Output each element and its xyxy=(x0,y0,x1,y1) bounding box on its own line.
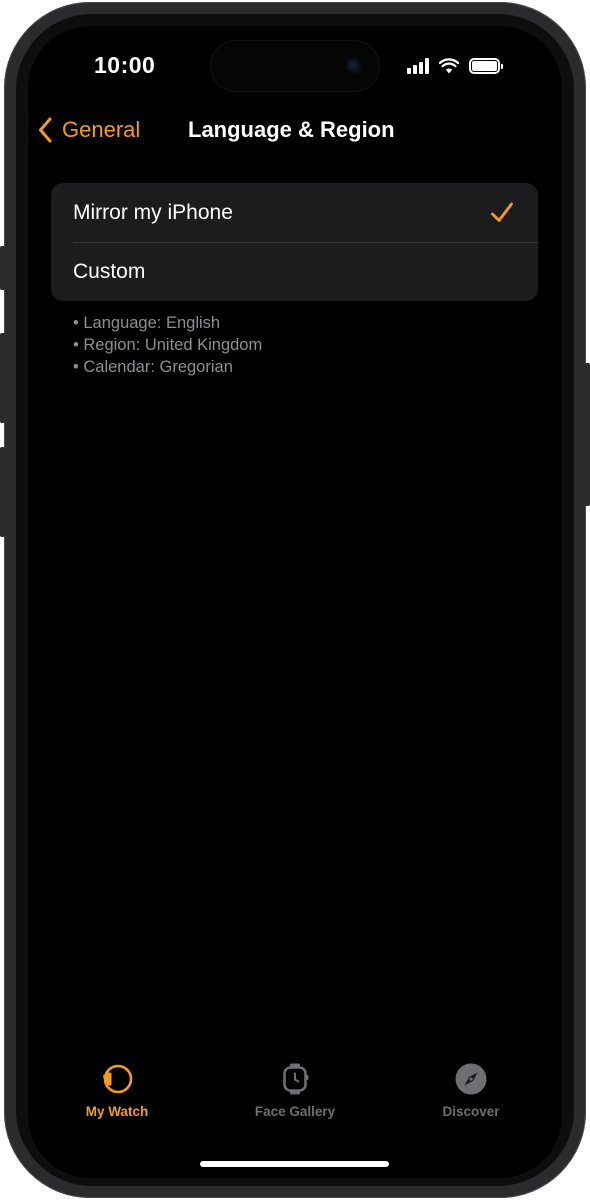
option-custom[interactable]: Custom xyxy=(51,242,538,301)
back-button[interactable]: General xyxy=(38,110,140,150)
tab-bar: My Watch Face Gallery Discover xyxy=(28,1058,562,1132)
dynamic-island xyxy=(211,41,379,91)
checkmark-icon xyxy=(491,202,513,222)
home-indicator[interactable] xyxy=(200,1161,389,1167)
page-title: Language & Region xyxy=(188,117,395,142)
action-button xyxy=(0,246,5,290)
camera-icon xyxy=(346,58,362,74)
volume-down-button xyxy=(0,447,5,537)
tab-label: Face Gallery xyxy=(254,1104,336,1119)
tab-label: Discover xyxy=(442,1104,500,1119)
tab-label: My Watch xyxy=(85,1104,149,1119)
cellular-signal-icon xyxy=(407,58,429,74)
tab-my-watch[interactable]: My Watch xyxy=(42,1058,192,1132)
battery-full-icon xyxy=(469,58,503,74)
watch-icon xyxy=(103,1064,133,1094)
side-button xyxy=(585,363,590,506)
summary-region: Region: United Kingdom xyxy=(73,334,262,356)
chevron-left-icon xyxy=(39,117,52,143)
option-label: Custom xyxy=(73,259,146,283)
status-time: 10:00 xyxy=(94,52,156,78)
back-button-label: General xyxy=(62,117,141,142)
summary-language: Language: English xyxy=(73,312,262,334)
tab-discover[interactable]: Discover xyxy=(396,1058,546,1132)
watch-face-icon xyxy=(283,1063,309,1095)
volume-up-button xyxy=(0,333,5,423)
language-region-summary: Language: English Region: United Kingdom… xyxy=(73,312,262,378)
option-mirror-my-iphone[interactable]: Mirror my iPhone xyxy=(51,183,538,242)
screen: 10:00 General Language & Region Mirror m… xyxy=(28,26,562,1178)
navigation-bar: General Language & Region xyxy=(28,110,562,150)
summary-calendar: Calendar: Gregorian xyxy=(73,356,262,378)
wifi-icon xyxy=(439,58,459,74)
status-icons xyxy=(407,58,503,74)
language-region-options: Mirror my iPhone Custom xyxy=(51,183,538,301)
option-label: Mirror my iPhone xyxy=(73,200,233,224)
compass-icon xyxy=(455,1063,487,1095)
tab-face-gallery[interactable]: Face Gallery xyxy=(220,1058,370,1132)
